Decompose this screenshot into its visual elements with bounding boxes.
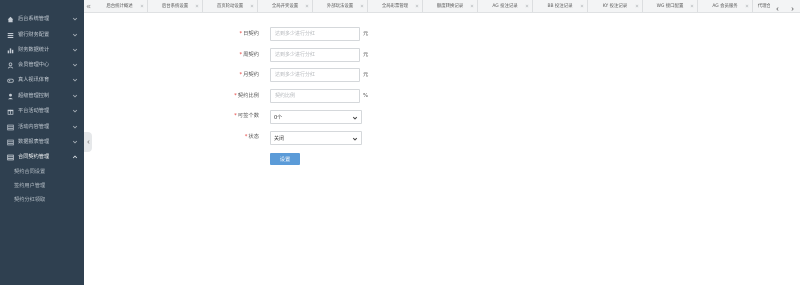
close-icon[interactable]	[580, 4, 584, 8]
close-icon[interactable]	[195, 4, 199, 8]
tab-label: AG 投注记录	[492, 4, 518, 9]
daily-contract-input[interactable]	[270, 27, 360, 41]
monthly-contract-input[interactable]	[270, 68, 360, 82]
tab-bar: 后台统计概述 后台系统设置 首页轮动设置 全局开奖设置 外部玩法设置 全局彩票管理 额度转换…	[84, 0, 800, 13]
double-chevron-left-icon	[86, 4, 90, 8]
close-icon[interactable]	[140, 4, 144, 8]
form-label: *契约比例	[234, 93, 259, 99]
weekly-contract-input[interactable]	[270, 48, 360, 62]
tab-label: 全局开奖设置	[271, 4, 299, 9]
unit-label: %	[363, 93, 369, 99]
tab[interactable]: BB 投注记录	[533, 0, 588, 12]
required-marker: *	[239, 52, 243, 58]
tab[interactable]: 全局开奖设置	[258, 0, 313, 12]
form-row-status: *状态	[0, 130, 259, 145]
sidebar-item-system[interactable]: 后台系统管理	[0, 12, 84, 26]
sidebar-subitem-contract-settings[interactable]: 契约合同设置	[0, 166, 84, 179]
required-marker: *	[239, 72, 243, 78]
sidebar-subitem-dividend[interactable]: 契约分红领取	[0, 194, 84, 207]
form-row-daily: *日契约	[0, 27, 259, 42]
required-marker: *	[234, 113, 237, 119]
tab[interactable]: 后台系统设置	[148, 0, 203, 12]
close-icon[interactable]	[470, 4, 474, 8]
required-marker: *	[239, 31, 243, 37]
form-row-ratio: *契约比例	[0, 89, 259, 104]
tab-label: 外部玩法设置	[326, 4, 354, 9]
form-label: *可签个数	[234, 113, 259, 119]
close-icon[interactable]	[250, 4, 254, 8]
tab-list: 后台统计概述 后台系统设置 首页轮动设置 全局开奖设置 外部玩法设置 全局彩票管理 额度转换…	[92, 0, 776, 12]
close-icon[interactable]	[690, 4, 694, 8]
chevron-down-icon	[71, 15, 79, 23]
chevron-down-icon	[352, 137, 358, 141]
close-icon[interactable]	[745, 4, 749, 8]
required-marker: *	[234, 93, 237, 99]
tab-label: AG 会员服务	[712, 4, 738, 9]
required-marker: *	[244, 134, 248, 140]
chevron-up-icon	[71, 153, 79, 161]
close-icon[interactable]	[415, 4, 419, 8]
form-row-count: *可签个数	[0, 109, 259, 124]
sign-count-select[interactable]: 0个	[270, 110, 362, 124]
form-label: *月契约	[239, 72, 259, 78]
chevron-down-icon	[352, 116, 358, 120]
tab-label: KY 投注记录	[602, 4, 628, 9]
tab-label: 首页轮动设置	[216, 4, 244, 9]
form-row-weekly: *周契约	[0, 48, 259, 63]
submit-button[interactable]: 设置	[270, 153, 300, 165]
form-label: *日契约	[239, 31, 259, 37]
close-icon[interactable]	[525, 4, 529, 8]
tab-label: WG 接口配置	[656, 4, 684, 9]
unit-label: 元	[363, 31, 369, 37]
tab[interactable]: 外部玩法设置	[313, 0, 368, 12]
tab-label: 后台统计概述	[106, 4, 133, 9]
chevron-right-icon[interactable]	[790, 0, 795, 16]
contract-ratio-input[interactable]	[270, 89, 360, 103]
close-icon[interactable]	[305, 4, 309, 8]
unit-label: 元	[363, 52, 369, 58]
tab[interactable]: KY 投注记录	[588, 0, 643, 12]
tab[interactable]: WG 接口配置	[643, 0, 698, 12]
tab[interactable]: 后台统计概述	[92, 0, 148, 12]
tab[interactable]: 首页轮动设置	[203, 0, 258, 12]
status-select[interactable]: 关闭	[270, 131, 362, 145]
sidebar-item-contract[interactable]: 合同契约管理	[0, 150, 84, 164]
table-icon	[6, 153, 14, 161]
form-label: *周契约	[239, 52, 259, 58]
unit-label: 元	[363, 72, 369, 78]
tab-label: 后台系统设置	[161, 4, 189, 9]
tab[interactable]: 全局彩票管理	[368, 0, 423, 12]
close-icon[interactable]	[360, 4, 364, 8]
tab-label: 额度转换记录	[436, 4, 464, 9]
tab-label: 全局彩票管理	[381, 4, 409, 9]
tab-controls	[770, 0, 800, 12]
form-label: *状态	[244, 134, 259, 140]
chevron-left-icon[interactable]	[775, 0, 780, 16]
close-icon[interactable]	[635, 4, 639, 8]
tab-label: BB 投注记录	[547, 4, 573, 9]
tab[interactable]: AG 会员服务	[698, 0, 753, 12]
tab[interactable]: 额度转换记录	[423, 0, 478, 12]
tab-scroll-left-button[interactable]	[84, 0, 92, 12]
tab[interactable]: AG 投注记录	[478, 0, 533, 12]
sidebar-subitem-signed-users[interactable]: 签约用户管理	[0, 180, 84, 193]
form-row-monthly: *月契约	[0, 68, 259, 83]
home-icon	[6, 15, 14, 23]
